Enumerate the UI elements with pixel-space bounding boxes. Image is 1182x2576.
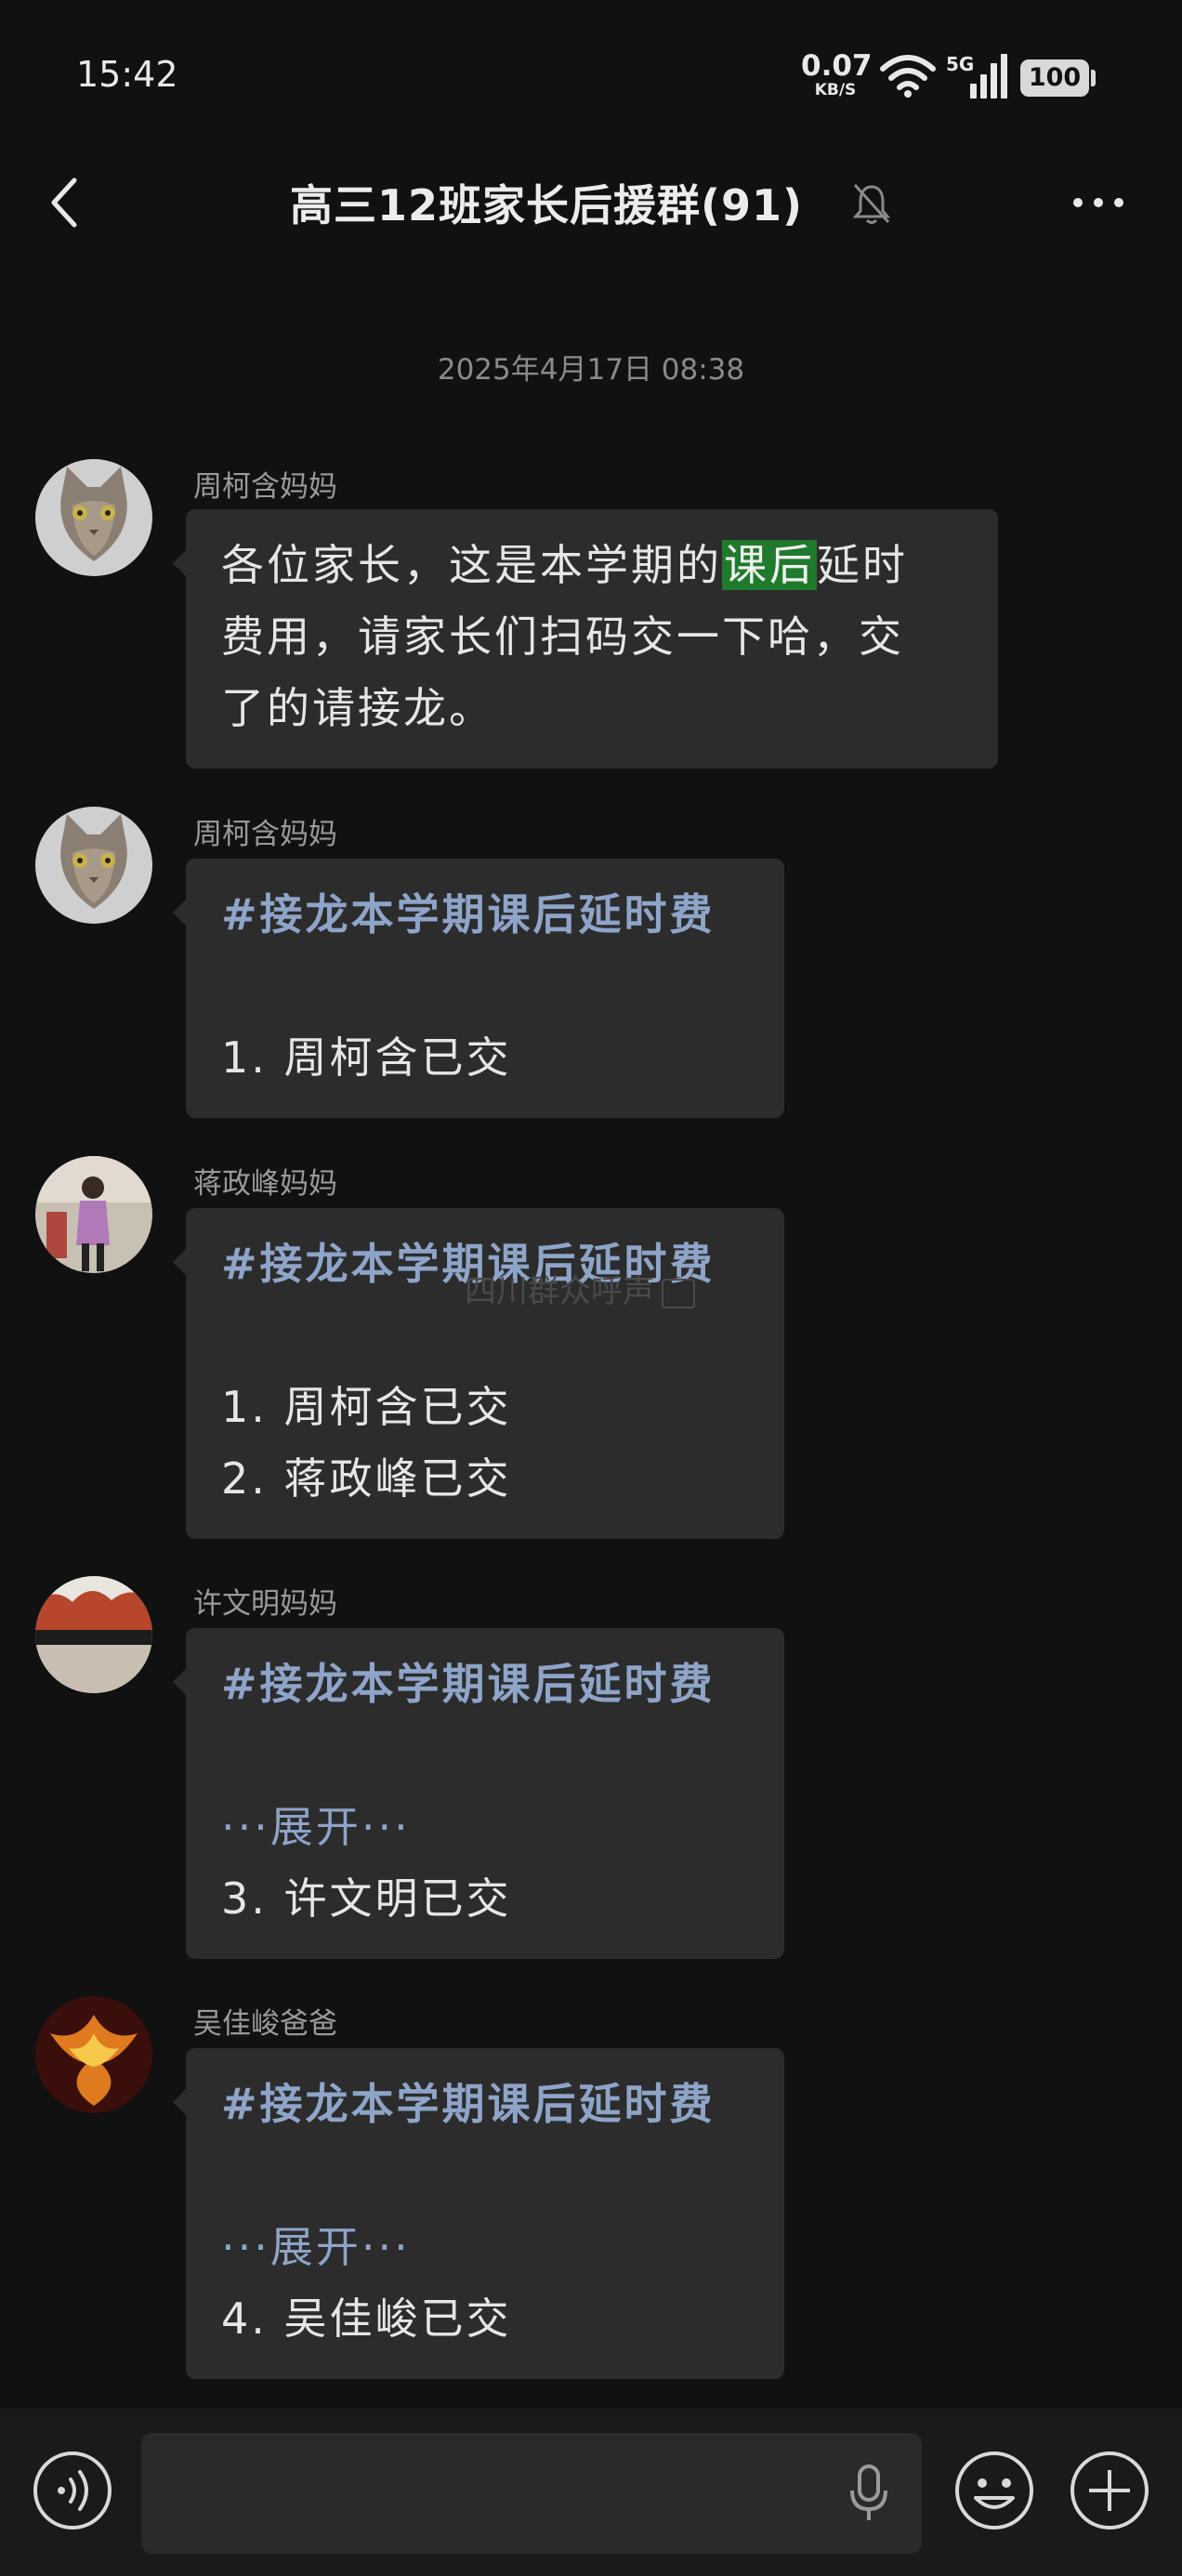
microphone-icon[interactable] <box>846 2463 892 2528</box>
message-bubble[interactable]: #接龙本学期课后延时费 1. 周柯含已交 2. 蒋政峰已交 <box>173 1208 784 1539</box>
more-icon[interactable] <box>1070 195 1126 214</box>
avatar[interactable] <box>35 1576 152 1693</box>
message-line: 费用，请家长们扫码交一下哈，交 <box>221 611 904 662</box>
avatar[interactable] <box>35 1996 152 2113</box>
solitaire-entry: 3. 许文明已交 <box>221 1873 512 1924</box>
battery-indicator: 100 <box>1020 59 1089 97</box>
cellular-signal-icon: 5G <box>946 52 1007 104</box>
chat-timestamp: 2025年4月17日 08:38 <box>437 353 745 387</box>
message-bubble[interactable]: 各位家长，这是本学期的课后延时 费用，请家长们扫码交一下哈，交 了的请接龙。 <box>173 509 998 769</box>
sender-name: 吴佳峻爸爸 <box>193 2007 337 2041</box>
message-bubble[interactable]: #接龙本学期课后延时费 ···展开··· 4. 吴佳峻已交 <box>173 2048 784 2379</box>
sender-name: 周柯含妈妈 <box>193 818 337 851</box>
network-speed-value: 0.07 <box>801 49 873 83</box>
sender-name: 周柯含妈妈 <box>193 470 337 504</box>
message-bubble[interactable]: #接龙本学期课后延时费 1. 周柯含已交 <box>173 859 784 1118</box>
signal-5g-label: 5G <box>946 53 974 75</box>
avatar[interactable] <box>35 459 152 576</box>
solitaire-entry: 1. 周柯含已交 <box>221 1032 512 1083</box>
avatar[interactable] <box>35 1156 152 1273</box>
network-speed-unit: KB/S <box>814 81 857 99</box>
avatar[interactable] <box>35 807 152 924</box>
watermark-text: 四川群众呼声 <box>465 1273 654 1310</box>
message-line: 各位家长，这是本学期的课后延时 <box>221 530 970 601</box>
emoji-icon[interactable] <box>953 2450 1035 2535</box>
network-speed: 0.07 KB/S <box>801 49 873 99</box>
chat-title[interactable]: 高三12班家长后援群(91) <box>290 172 803 233</box>
expand-link[interactable]: ···展开··· <box>221 1792 749 1863</box>
back-icon[interactable] <box>46 177 84 232</box>
sender-name: 蒋政峰妈妈 <box>193 1167 337 1201</box>
sender-name: 许文明妈妈 <box>193 1587 337 1621</box>
status-time: 15:42 <box>76 54 178 95</box>
expand-link[interactable]: ···展开··· <box>221 2212 749 2283</box>
message-input[interactable] <box>141 2433 922 2554</box>
message-bubble[interactable]: #接龙本学期课后延时费 ···展开··· 3. 许文明已交 <box>173 1628 784 1959</box>
battery-tip <box>1091 70 1096 86</box>
mute-bell-icon <box>851 181 892 230</box>
solitaire-entry: 2. 蒋政峰已交 <box>221 1453 512 1504</box>
search-highlight: 课后 <box>722 540 817 590</box>
message-line: 了的请接龙。 <box>221 683 494 733</box>
voice-icon[interactable] <box>32 2450 113 2535</box>
watermark-logo <box>662 1278 695 1308</box>
solitaire-tag[interactable]: #接龙本学期课后延时费 <box>221 2069 749 2140</box>
solitaire-tag[interactable]: #接龙本学期课后延时费 <box>221 1649 749 1720</box>
message-text: 各位家长，这是本学期的 <box>221 540 722 590</box>
message-text: 延时 <box>817 540 908 590</box>
wifi-icon <box>879 52 937 102</box>
status-bar: 15:42 0.07 KB/S 5G 100 <box>0 0 1182 130</box>
solitaire-tag[interactable]: #接龙本学期课后延时费 <box>221 879 749 951</box>
watermark: 四川群众呼声 <box>465 1266 695 1311</box>
solitaire-entry: 4. 吴佳峻已交 <box>221 2293 512 2344</box>
plus-icon[interactable] <box>1069 2450 1150 2535</box>
solitaire-entry: 1. 周柯含已交 <box>221 1382 512 1432</box>
